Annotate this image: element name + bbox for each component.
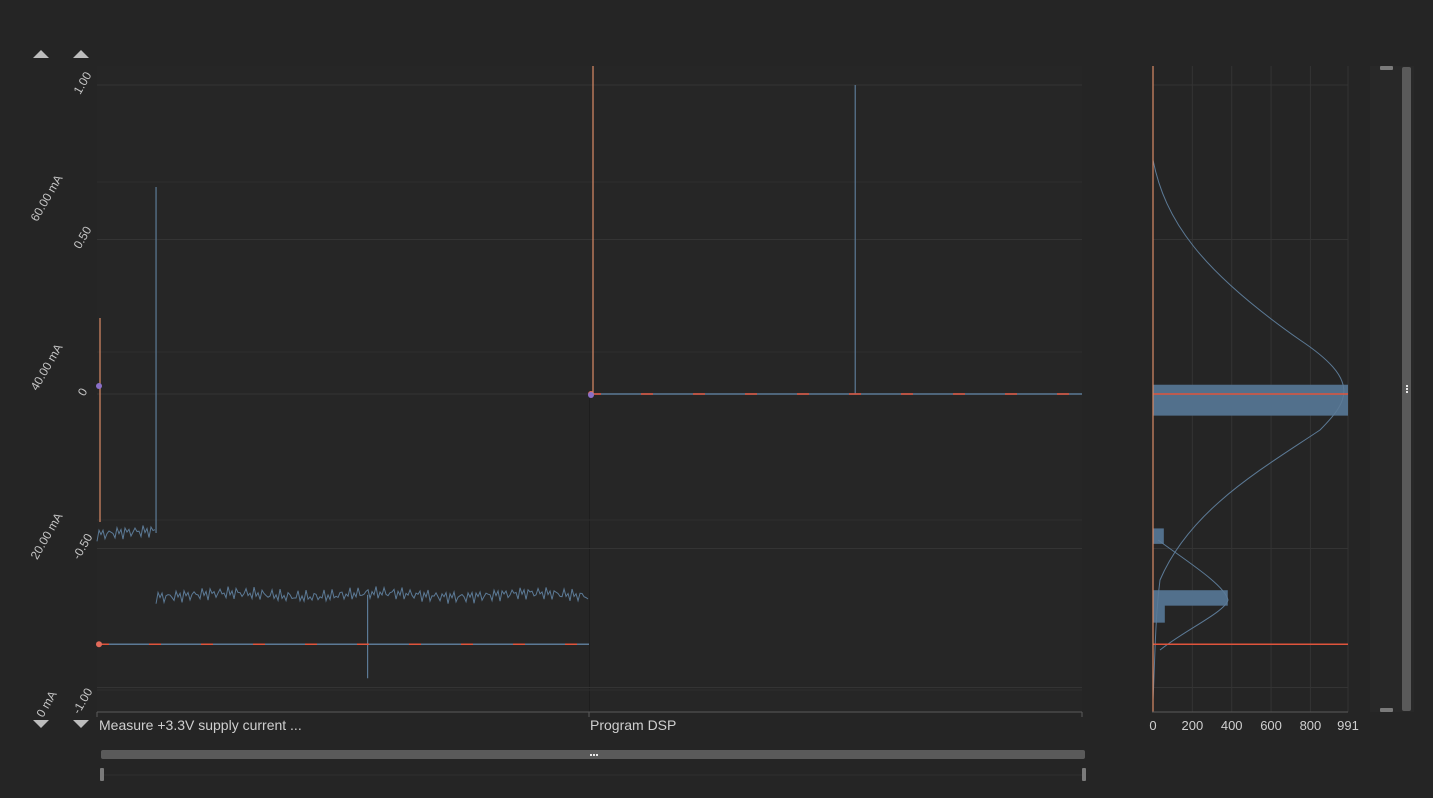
triangle-up-icon[interactable]: [33, 50, 49, 58]
x-category-label-measure: Measure +3.3V supply current ...: [99, 717, 302, 733]
segment-divider: [589, 394, 590, 712]
grip-dots-icon[interactable]: [590, 754, 598, 756]
y-axis-ticks: 1.00 0.50 0 -0.50 -1.00: [70, 69, 96, 716]
y-axis-current-ticks: 60.00 mA 40.00 mA 20.00 mA 0 mA: [28, 172, 66, 719]
y-current-tick-label: 0 mA: [33, 688, 59, 719]
grip-dots-icon[interactable]: [1406, 385, 1408, 393]
triangle-up-icon[interactable]: [73, 50, 89, 58]
range-slider-right-handle[interactable]: [1082, 768, 1086, 781]
test-results-chart: 1.00 0.50 0 -0.50 -1.00 60.00 mA 40.00 mA 20.0…: [28, 50, 1414, 781]
histogram-x-tick-label: 600: [1260, 718, 1282, 733]
triangle-down-icon[interactable]: [73, 720, 89, 728]
vertical-slider-top-handle[interactable]: [1380, 66, 1393, 70]
y-tick-label: -1.00: [70, 685, 96, 716]
histogram-x-tick-label: 800: [1300, 718, 1322, 733]
histogram-bar: [1153, 384, 1348, 416]
histogram-x-tick-label: 991: [1337, 718, 1359, 733]
y-current-tick-label: 40.00 mA: [28, 341, 66, 392]
histogram-x-tick-label: 0: [1149, 718, 1156, 733]
histogram: [1152, 66, 1348, 712]
triangle-down-icon[interactable]: [33, 720, 49, 728]
x-category-label-program-dsp: Program DSP: [590, 717, 676, 733]
limit-marker: [96, 641, 102, 648]
histogram-x-ticks: 0 200 400 600 800 991: [1149, 718, 1358, 733]
histogram-x-tick-label: 200: [1182, 718, 1204, 733]
range-slider-left-handle[interactable]: [100, 768, 104, 781]
y-current-tick-label: 60.00 mA: [28, 172, 66, 223]
histogram-x-tick-label: 400: [1221, 718, 1243, 733]
histogram-bar: [1153, 591, 1165, 623]
density-curve: [1152, 159, 1345, 701]
cursor-marker: [588, 392, 594, 398]
y-tick-label: 0: [75, 385, 91, 398]
histogram-bar: [1153, 528, 1164, 544]
cursor-marker: [96, 383, 102, 389]
vertical-slider-bottom-handle[interactable]: [1380, 708, 1393, 712]
y-tick-label: 1.00: [71, 69, 95, 97]
y-current-tick-label: 20.00 mA: [28, 510, 66, 561]
y-tick-label: -0.50: [70, 531, 96, 562]
y-tick-label: 0.50: [71, 224, 95, 252]
